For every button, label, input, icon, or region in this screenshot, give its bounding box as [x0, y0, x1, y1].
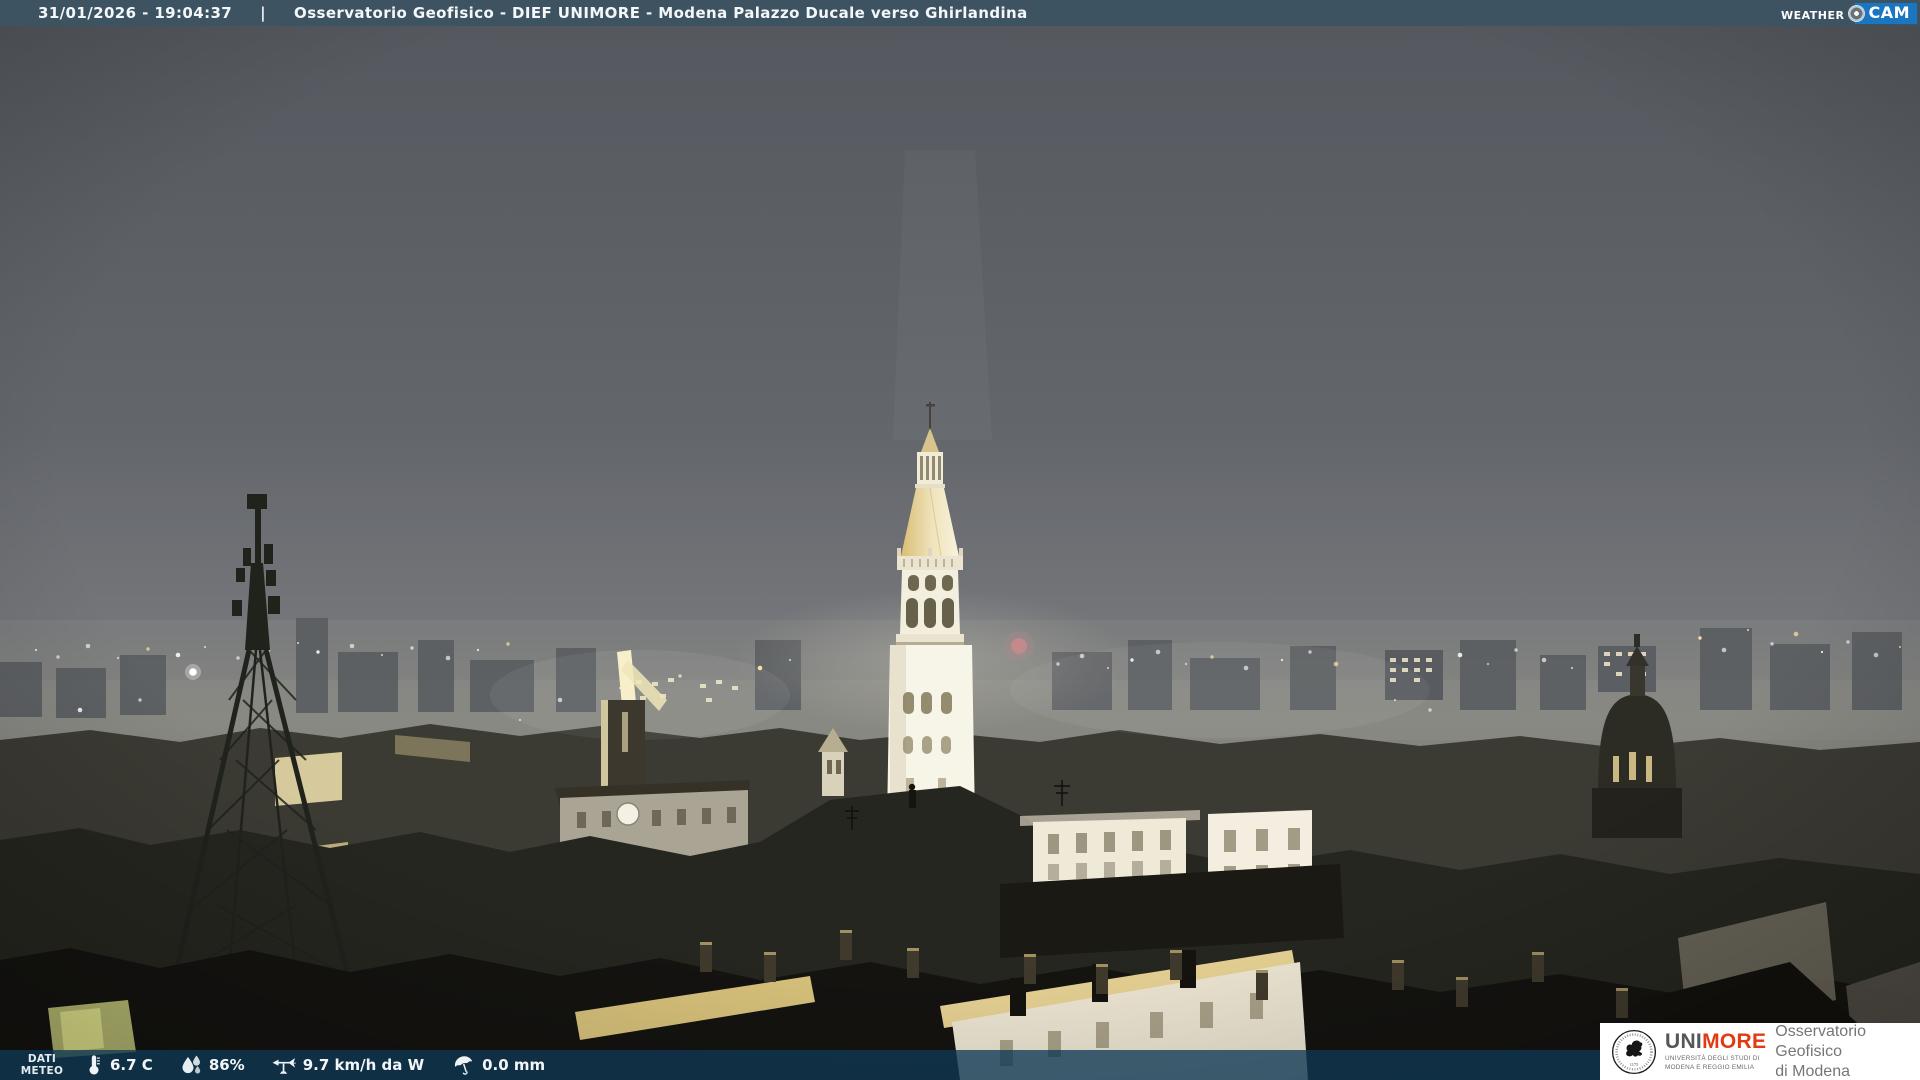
- unimore-wordmark: UNIMORE UNIVERSITÀ DEGLI STUDI DI MODENA…: [1665, 1031, 1766, 1072]
- webcam-view: 31/01/2026 - 19:04:37 | Osservatorio Geo…: [0, 0, 1920, 1080]
- unimore-uni-text: UNI: [1665, 1030, 1703, 1054]
- precipitation-reading: 0.0 mm: [452, 1054, 545, 1076]
- humidity-value: 86%: [208, 1056, 245, 1074]
- unimore-seal-icon: 1175: [1611, 1029, 1657, 1074]
- svg-text:1175: 1175: [1630, 1061, 1639, 1066]
- thermometer-icon: [89, 1055, 100, 1075]
- precipitation-value: 0.0 mm: [482, 1056, 546, 1074]
- temperature-reading: 6.7 C: [84, 1054, 153, 1076]
- dati-meteo-label: DATI METEO: [20, 1052, 64, 1077]
- humidity-icon: [182, 1055, 201, 1074]
- humidity-reading: 86%: [179, 1054, 245, 1076]
- weathercam-logo[interactable]: Weather CAM: [1780, 2, 1917, 24]
- wind-reading: 9.7 km/h da W: [271, 1054, 424, 1076]
- observatory-name: Osservatorio Geofisico di Modena: [1775, 1022, 1866, 1080]
- temperature-value: 6.7 C: [110, 1056, 153, 1074]
- university-name: UNIVERSITÀ DEGLI STUDI DI MODENA E REGGI…: [1665, 1055, 1760, 1071]
- camera-lens-icon: [1849, 5, 1865, 21]
- webcam-title: Osservatorio Geofisico - DIEF UNIMORE - …: [294, 4, 1028, 22]
- webcam-photo: [0, 0, 1920, 1080]
- wind-vane-icon: [272, 1058, 296, 1074]
- weathercam-weather-text: Weather: [1780, 3, 1845, 23]
- webcam-header-bar: 31/01/2026 - 19:04:37 | Osservatorio Geo…: [0, 0, 1920, 26]
- weather-data-bar: DATI METEO 6.7 C 86% 9.7 km/h da W 0.0 m…: [0, 1050, 1604, 1080]
- weathercam-cam-text: CAM: [1855, 2, 1917, 24]
- wind-value: 9.7 km/h da W: [302, 1056, 425, 1074]
- header-separator: |: [260, 4, 267, 22]
- unimore-logo-box[interactable]: 1175 UNIMORE UNIVERSITÀ DEGLI STUDI DI M…: [1600, 1023, 1920, 1080]
- webcam-timestamp: 31/01/2026 - 19:04:37: [38, 4, 233, 22]
- unimore-more-text: MORE: [1702, 1030, 1767, 1054]
- umbrella-icon: [455, 1056, 473, 1075]
